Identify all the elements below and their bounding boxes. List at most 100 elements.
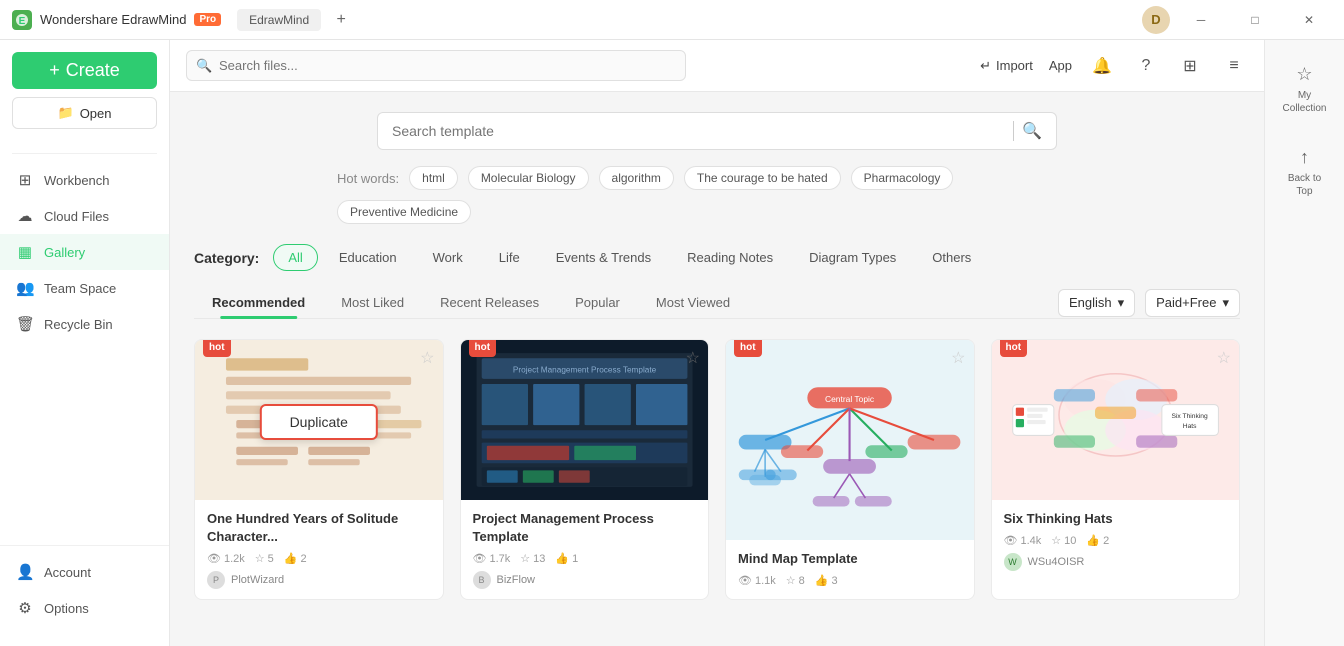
favorite-button-4[interactable]: ☆ xyxy=(1217,348,1231,368)
sidebar-item-options[interactable]: ⚙ Options xyxy=(0,590,169,626)
sub-tab-recent-releases[interactable]: Recent Releases xyxy=(422,287,557,318)
sidebar-bottom: 👤 Account ⚙ Options xyxy=(0,545,169,634)
template-card-3[interactable]: hot Central Topic xyxy=(725,339,975,600)
sub-tab-recommended[interactable]: Recommended xyxy=(194,287,323,318)
thumb-svg-4: Six Thinking Hats xyxy=(998,348,1233,492)
category-tab-others[interactable]: Others xyxy=(917,244,986,271)
sidebar-item-label: Options xyxy=(44,601,89,616)
sidebar-item-team-space[interactable]: 👥 Team Space xyxy=(0,270,169,306)
my-collection-button[interactable]: ☆ MyCollection xyxy=(1275,56,1335,123)
template-search-button[interactable]: 🔍 xyxy=(1022,121,1042,141)
star-icon: ☆ xyxy=(786,574,796,587)
hot-word-courage[interactable]: The courage to be hated xyxy=(684,166,841,190)
sidebar-item-label: Cloud Files xyxy=(44,209,109,224)
svg-text:Six Thinking: Six Thinking xyxy=(1171,413,1208,420)
sub-tab-most-liked[interactable]: Most Liked xyxy=(323,287,422,318)
hot-word-algorithm[interactable]: algorithm xyxy=(599,166,674,190)
sub-tabs-row: Recommended Most Liked Recent Releases P… xyxy=(194,287,1240,319)
sub-tab-most-viewed[interactable]: Most Viewed xyxy=(638,287,748,318)
sidebar-item-cloud-files[interactable]: ☁ Cloud Files xyxy=(0,198,169,234)
sidebar-item-label: Workbench xyxy=(44,173,110,188)
sidebar: + Create 📁 Open ⊞ Workbench ☁ Cloud File… xyxy=(0,40,170,646)
star-count-2: ☆ 13 xyxy=(520,552,545,565)
back-to-top-button[interactable]: ↑ Back toTop xyxy=(1280,139,1329,206)
card-meta-3: 👁 1.1k ☆ 8 👍 3 xyxy=(738,574,962,587)
like-icon: 👍 xyxy=(815,574,829,587)
category-tab-diagram[interactable]: Diagram Types xyxy=(794,244,911,271)
app-button[interactable]: App xyxy=(1049,58,1072,73)
category-tab-all[interactable]: All xyxy=(273,244,317,271)
sidebar-item-recycle-bin[interactable]: 🗑 Recycle Bin xyxy=(0,306,169,342)
hot-word-html[interactable]: html xyxy=(409,166,458,190)
window-controls: D ─ □ ✕ xyxy=(1142,0,1332,40)
duplicate-overlay[interactable]: Duplicate xyxy=(260,404,378,440)
template-card-4[interactable]: hot xyxy=(991,339,1241,600)
category-tab-events[interactable]: Events & Trends xyxy=(541,244,666,271)
sidebar-item-workbench[interactable]: ⊞ Workbench xyxy=(0,162,169,198)
template-search-input[interactable] xyxy=(392,123,1005,139)
filter-select[interactable]: Paid+Free ▾ xyxy=(1145,289,1240,317)
hot-word-preventive[interactable]: Preventive Medicine xyxy=(337,200,471,224)
eye-icon: 👁 xyxy=(1004,534,1018,547)
template-card-2[interactable]: hot Project Management Process Template xyxy=(460,339,710,600)
more-button[interactable]: ≡ xyxy=(1220,52,1248,80)
favorite-button-3[interactable]: ☆ xyxy=(951,348,965,368)
card-thumbnail-2: hot Project Management Process Template xyxy=(461,340,709,500)
new-tab-button[interactable]: + xyxy=(329,8,353,32)
category-tab-life[interactable]: Life xyxy=(484,244,535,271)
sidebar-item-label: Gallery xyxy=(44,245,85,260)
hot-word-pharmacology[interactable]: Pharmacology xyxy=(851,166,954,190)
open-label: Open xyxy=(80,106,112,121)
layout-button[interactable]: ⊞ xyxy=(1176,52,1204,80)
notification-button[interactable]: 🔔 xyxy=(1088,52,1116,80)
filter-value: Paid+Free xyxy=(1156,295,1216,310)
view-count-2: 👁 1.7k xyxy=(473,552,511,565)
card-author-2: B BizFlow xyxy=(473,571,697,589)
sub-tab-popular[interactable]: Popular xyxy=(557,287,638,318)
language-select[interactable]: English ▾ xyxy=(1058,289,1135,317)
user-avatar: D xyxy=(1142,6,1170,34)
workbench-icon: ⊞ xyxy=(16,171,34,189)
maximize-button[interactable]: □ xyxy=(1232,0,1278,40)
category-label: Category: xyxy=(194,250,259,266)
card-thumbnail-3: hot Central Topic xyxy=(726,340,974,540)
open-button[interactable]: 📁 Open xyxy=(12,97,157,129)
category-tab-reading[interactable]: Reading Notes xyxy=(672,244,788,271)
favorite-button-2[interactable]: ☆ xyxy=(686,348,700,368)
category-row: Category: All Education Work Life Events… xyxy=(194,244,1240,271)
file-search-input[interactable] xyxy=(186,50,686,81)
scrollable-content: 🔍 Hot words: html Molecular Biology algo… xyxy=(170,92,1264,646)
import-button[interactable]: ↵ Import xyxy=(980,58,1033,74)
thumb-svg-2: Project Management Process Template xyxy=(467,348,702,492)
app-tab[interactable]: EdrawMind xyxy=(237,9,321,31)
minimize-button[interactable]: ─ xyxy=(1178,0,1224,40)
template-card-1[interactable]: hot xyxy=(194,339,444,600)
create-button[interactable]: + Create xyxy=(12,52,157,89)
favorite-button-1[interactable]: ☆ xyxy=(420,348,434,368)
view-count-4: 👁 1.4k xyxy=(1004,534,1042,547)
import-label: Import xyxy=(996,58,1033,73)
category-tab-education[interactable]: Education xyxy=(324,244,412,271)
close-button[interactable]: ✕ xyxy=(1286,0,1332,40)
toolbar: 🔍 ↵ Import App 🔔 ? ⊞ ≡ xyxy=(170,40,1264,92)
card-meta-2: 👁 1.7k ☆ 13 👍 1 xyxy=(473,552,697,565)
content-inner: 🔍 Hot words: html Molecular Biology algo… xyxy=(170,92,1264,620)
card-author-1: P PlotWizard xyxy=(207,571,431,589)
main-layout: + Create 📁 Open ⊞ Workbench ☁ Cloud File… xyxy=(0,40,1344,646)
card-title-2: Project Management Process Template xyxy=(473,510,697,546)
sidebar-item-gallery[interactable]: ▦ Gallery xyxy=(0,234,169,270)
card-info-2: Project Management Process Template 👁 1.… xyxy=(461,500,709,599)
card-title-1: One Hundred Years of Solitude Character.… xyxy=(207,510,431,546)
card-author-4: W WSu4OISR xyxy=(1004,553,1228,571)
svg-text:Hats: Hats xyxy=(1182,423,1196,430)
pro-badge: Pro xyxy=(194,13,221,26)
sidebar-item-account[interactable]: 👤 Account xyxy=(0,554,169,590)
category-tab-work[interactable]: Work xyxy=(418,244,478,271)
hot-word-molecular-biology[interactable]: Molecular Biology xyxy=(468,166,589,190)
author-avatar-2: B xyxy=(473,571,491,589)
help-button[interactable]: ? xyxy=(1132,52,1160,80)
thumb-svg-3: Central Topic xyxy=(732,345,967,535)
chevron-down-icon: ▾ xyxy=(1118,295,1125,311)
create-label: Create xyxy=(66,60,120,81)
file-search-wrap: 🔍 xyxy=(186,50,686,81)
